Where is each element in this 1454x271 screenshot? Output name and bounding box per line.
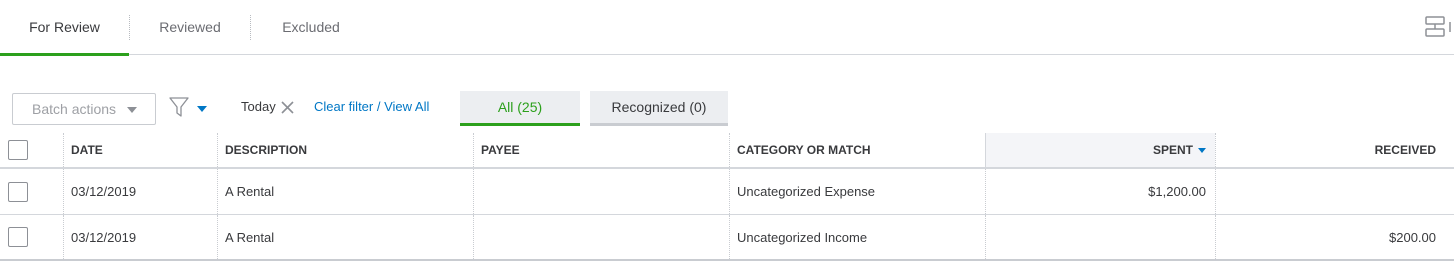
row-checkbox[interactable] (8, 227, 28, 247)
column-header-description[interactable]: DESCRIPTION (217, 133, 473, 167)
tab-reviewed[interactable]: Reviewed (130, 0, 250, 55)
column-header-payee[interactable]: PAYEE (473, 133, 729, 167)
column-header-spent-label: SPENT (1152, 143, 1193, 157)
cell-received: $200.00 (1389, 229, 1436, 245)
cell-spent: $1,200.00 (1148, 184, 1206, 199)
column-header-date[interactable]: DATE (63, 133, 217, 167)
clear-filter-link[interactable]: Clear filter / View All (314, 99, 429, 115)
cell-category: Uncategorized Income (737, 229, 868, 245)
filter-button[interactable] (168, 96, 212, 122)
column-header-spent[interactable]: SPENT (985, 133, 1215, 167)
chevron-down-icon (127, 107, 137, 113)
table-header: DATE DESCRIPTION PAYEE CATEGORY OR MATCH… (0, 133, 1454, 169)
settings-icon[interactable] (1424, 16, 1454, 38)
filter-icon (169, 97, 189, 117)
tab-excluded[interactable]: Excluded (251, 0, 371, 55)
tab-for-review[interactable]: For Review (0, 0, 129, 56)
sort-descending-icon (1198, 147, 1206, 153)
cell-payee (473, 215, 729, 259)
column-header-received[interactable]: RECEIVED (1215, 133, 1454, 167)
cell-payee (473, 169, 729, 214)
select-all-cell (0, 133, 63, 167)
segment-recognized[interactable]: Recognized (0) (590, 91, 728, 126)
cell-description: A Rental (225, 184, 275, 199)
select-all-checkbox[interactable] (8, 140, 28, 160)
row-select-cell (0, 215, 63, 259)
cell-date: 03/12/2019 (71, 184, 137, 199)
cell-spent (985, 215, 1215, 259)
transactions-table: DATE DESCRIPTION PAYEE CATEGORY OR MATCH… (0, 133, 1454, 261)
close-icon[interactable] (280, 100, 295, 115)
filter-chip-label: Today (241, 99, 276, 114)
chevron-down-icon (197, 106, 207, 112)
column-header-category[interactable]: CATEGORY OR MATCH (729, 133, 985, 167)
batch-actions-label: Batch actions (32, 101, 117, 117)
segment-all[interactable]: All (25) (460, 91, 580, 126)
table-row[interactable]: 03/12/2019 A Rental Uncategorized Income… (0, 215, 1454, 261)
cell-category: Uncategorized Expense (737, 184, 876, 199)
row-select-cell (0, 169, 63, 214)
review-tabs: For Review Reviewed Excluded (0, 0, 1454, 56)
row-checkbox[interactable] (8, 181, 28, 202)
cell-description: A Rental (225, 229, 275, 245)
cell-received (1215, 169, 1454, 214)
batch-actions-dropdown[interactable]: Batch actions (12, 93, 156, 125)
cell-date: 03/12/2019 (71, 229, 137, 245)
table-row[interactable]: 03/12/2019 A Rental Uncategorized Expens… (0, 169, 1454, 215)
